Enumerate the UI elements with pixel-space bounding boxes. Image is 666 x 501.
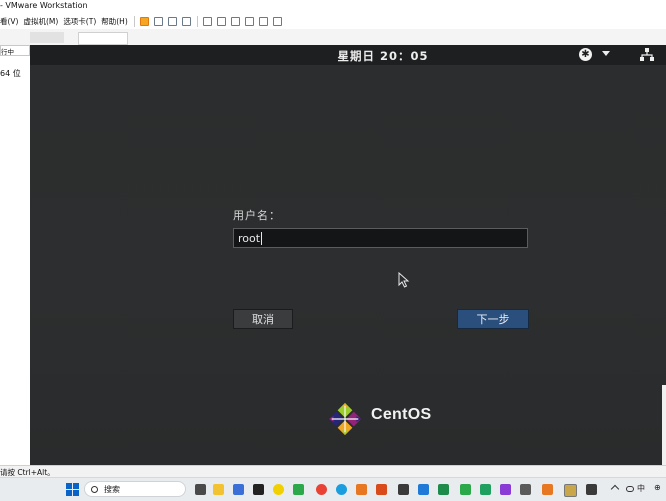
app-icon[interactable]: [520, 484, 531, 495]
taskbar: 搜索 中 ⊕: [0, 477, 666, 501]
notion-icon[interactable]: [253, 484, 264, 495]
clock[interactable]: 星期日 20：05: [30, 48, 666, 64]
menu-view[interactable]: 看(V): [0, 16, 18, 27]
username-label: 用户名：: [233, 209, 281, 222]
username-input[interactable]: root: [233, 228, 528, 248]
accessibility-menu-icon[interactable]: [602, 51, 610, 56]
vscode-icon[interactable]: [418, 484, 429, 495]
mail-icon[interactable]: [233, 484, 244, 495]
chrome-icon[interactable]: [316, 484, 327, 495]
office-icon[interactable]: [376, 484, 387, 495]
menu-vm[interactable]: 虚拟机(M): [23, 16, 58, 27]
taskbar-search-text: 搜索: [104, 484, 120, 494]
taskbar-search[interactable]: 搜索: [84, 481, 186, 497]
tab-centos-vm[interactable]: [78, 32, 128, 45]
wechat-icon[interactable]: [293, 484, 304, 495]
library-sidebar: 行中 64 位: [0, 45, 31, 465]
app-icon[interactable]: [356, 484, 367, 495]
tab-strip: [0, 29, 666, 46]
cloud-icon[interactable]: [626, 486, 634, 492]
qq-icon[interactable]: [273, 484, 284, 495]
mouse-cursor-icon: [398, 272, 410, 288]
window-title-bar: - VMware Workstation: [0, 0, 666, 13]
edge-icon[interactable]: [336, 484, 347, 495]
unity-icon[interactable]: [244, 16, 254, 26]
tab-home[interactable]: [30, 32, 64, 43]
centos-brand-name: CentOS: [371, 406, 432, 423]
network-icon[interactable]: [640, 48, 654, 61]
tray-app-icon[interactable]: ⊕: [654, 483, 661, 492]
tray-overflow-icon[interactable]: [610, 484, 620, 494]
stretch-icon[interactable]: [272, 16, 282, 26]
host-window-edge: [662, 385, 666, 465]
app-icon[interactable]: [586, 484, 597, 495]
library-toggle-icon[interactable]: [202, 16, 212, 26]
pycharm-icon[interactable]: [460, 484, 471, 495]
toolbar-separator: [196, 15, 198, 27]
menu-bar: 看(V) 虚拟机(M) 选项卡(T) 帮助(H): [0, 13, 666, 29]
thumbnail-icon[interactable]: [216, 16, 226, 26]
library-filter[interactable]: 行中: [0, 45, 30, 56]
menu-help[interactable]: 帮助(H): [101, 16, 128, 27]
guest-top-bar: 星期日 20：05 ✱: [30, 45, 666, 65]
ime-indicator[interactable]: 中: [637, 483, 645, 494]
vmware-icon[interactable]: [564, 484, 577, 497]
window-title: - VMware Workstation: [0, 1, 88, 10]
file-explorer-icon[interactable]: [213, 484, 224, 495]
visual-studio-icon[interactable]: [500, 484, 511, 495]
cancel-button[interactable]: 取消: [233, 309, 293, 329]
menu-tabs[interactable]: 选项卡(T): [63, 16, 96, 27]
start-icon[interactable]: [66, 483, 79, 496]
guest-screen[interactable]: 星期日 20：05 ✱ 用户名： root 取消 下一步 CentOS: [30, 45, 666, 465]
revert-icon[interactable]: [167, 16, 177, 26]
app-icon[interactable]: [480, 484, 491, 495]
full-screen-icon[interactable]: [230, 16, 240, 26]
next-button[interactable]: 下一步: [457, 309, 529, 329]
manage-snapshots-icon[interactable]: [181, 16, 191, 26]
toolbar-separator: [133, 15, 135, 27]
username-value: root: [238, 231, 261, 245]
excel-icon[interactable]: [438, 484, 449, 495]
search-icon: [91, 485, 98, 493]
app-icon[interactable]: [542, 484, 553, 495]
task-view-icon[interactable]: [195, 484, 206, 495]
terminal-icon[interactable]: [398, 484, 409, 495]
power-icon[interactable]: [139, 16, 149, 26]
console-icon[interactable]: [258, 16, 268, 26]
text-caret: [261, 231, 263, 245]
centos-logo-icon: [328, 402, 362, 436]
snapshot-icon[interactable]: [153, 16, 163, 26]
library-vm-item[interactable]: 64 位: [0, 68, 21, 79]
accessibility-icon[interactable]: ✱: [579, 48, 592, 61]
